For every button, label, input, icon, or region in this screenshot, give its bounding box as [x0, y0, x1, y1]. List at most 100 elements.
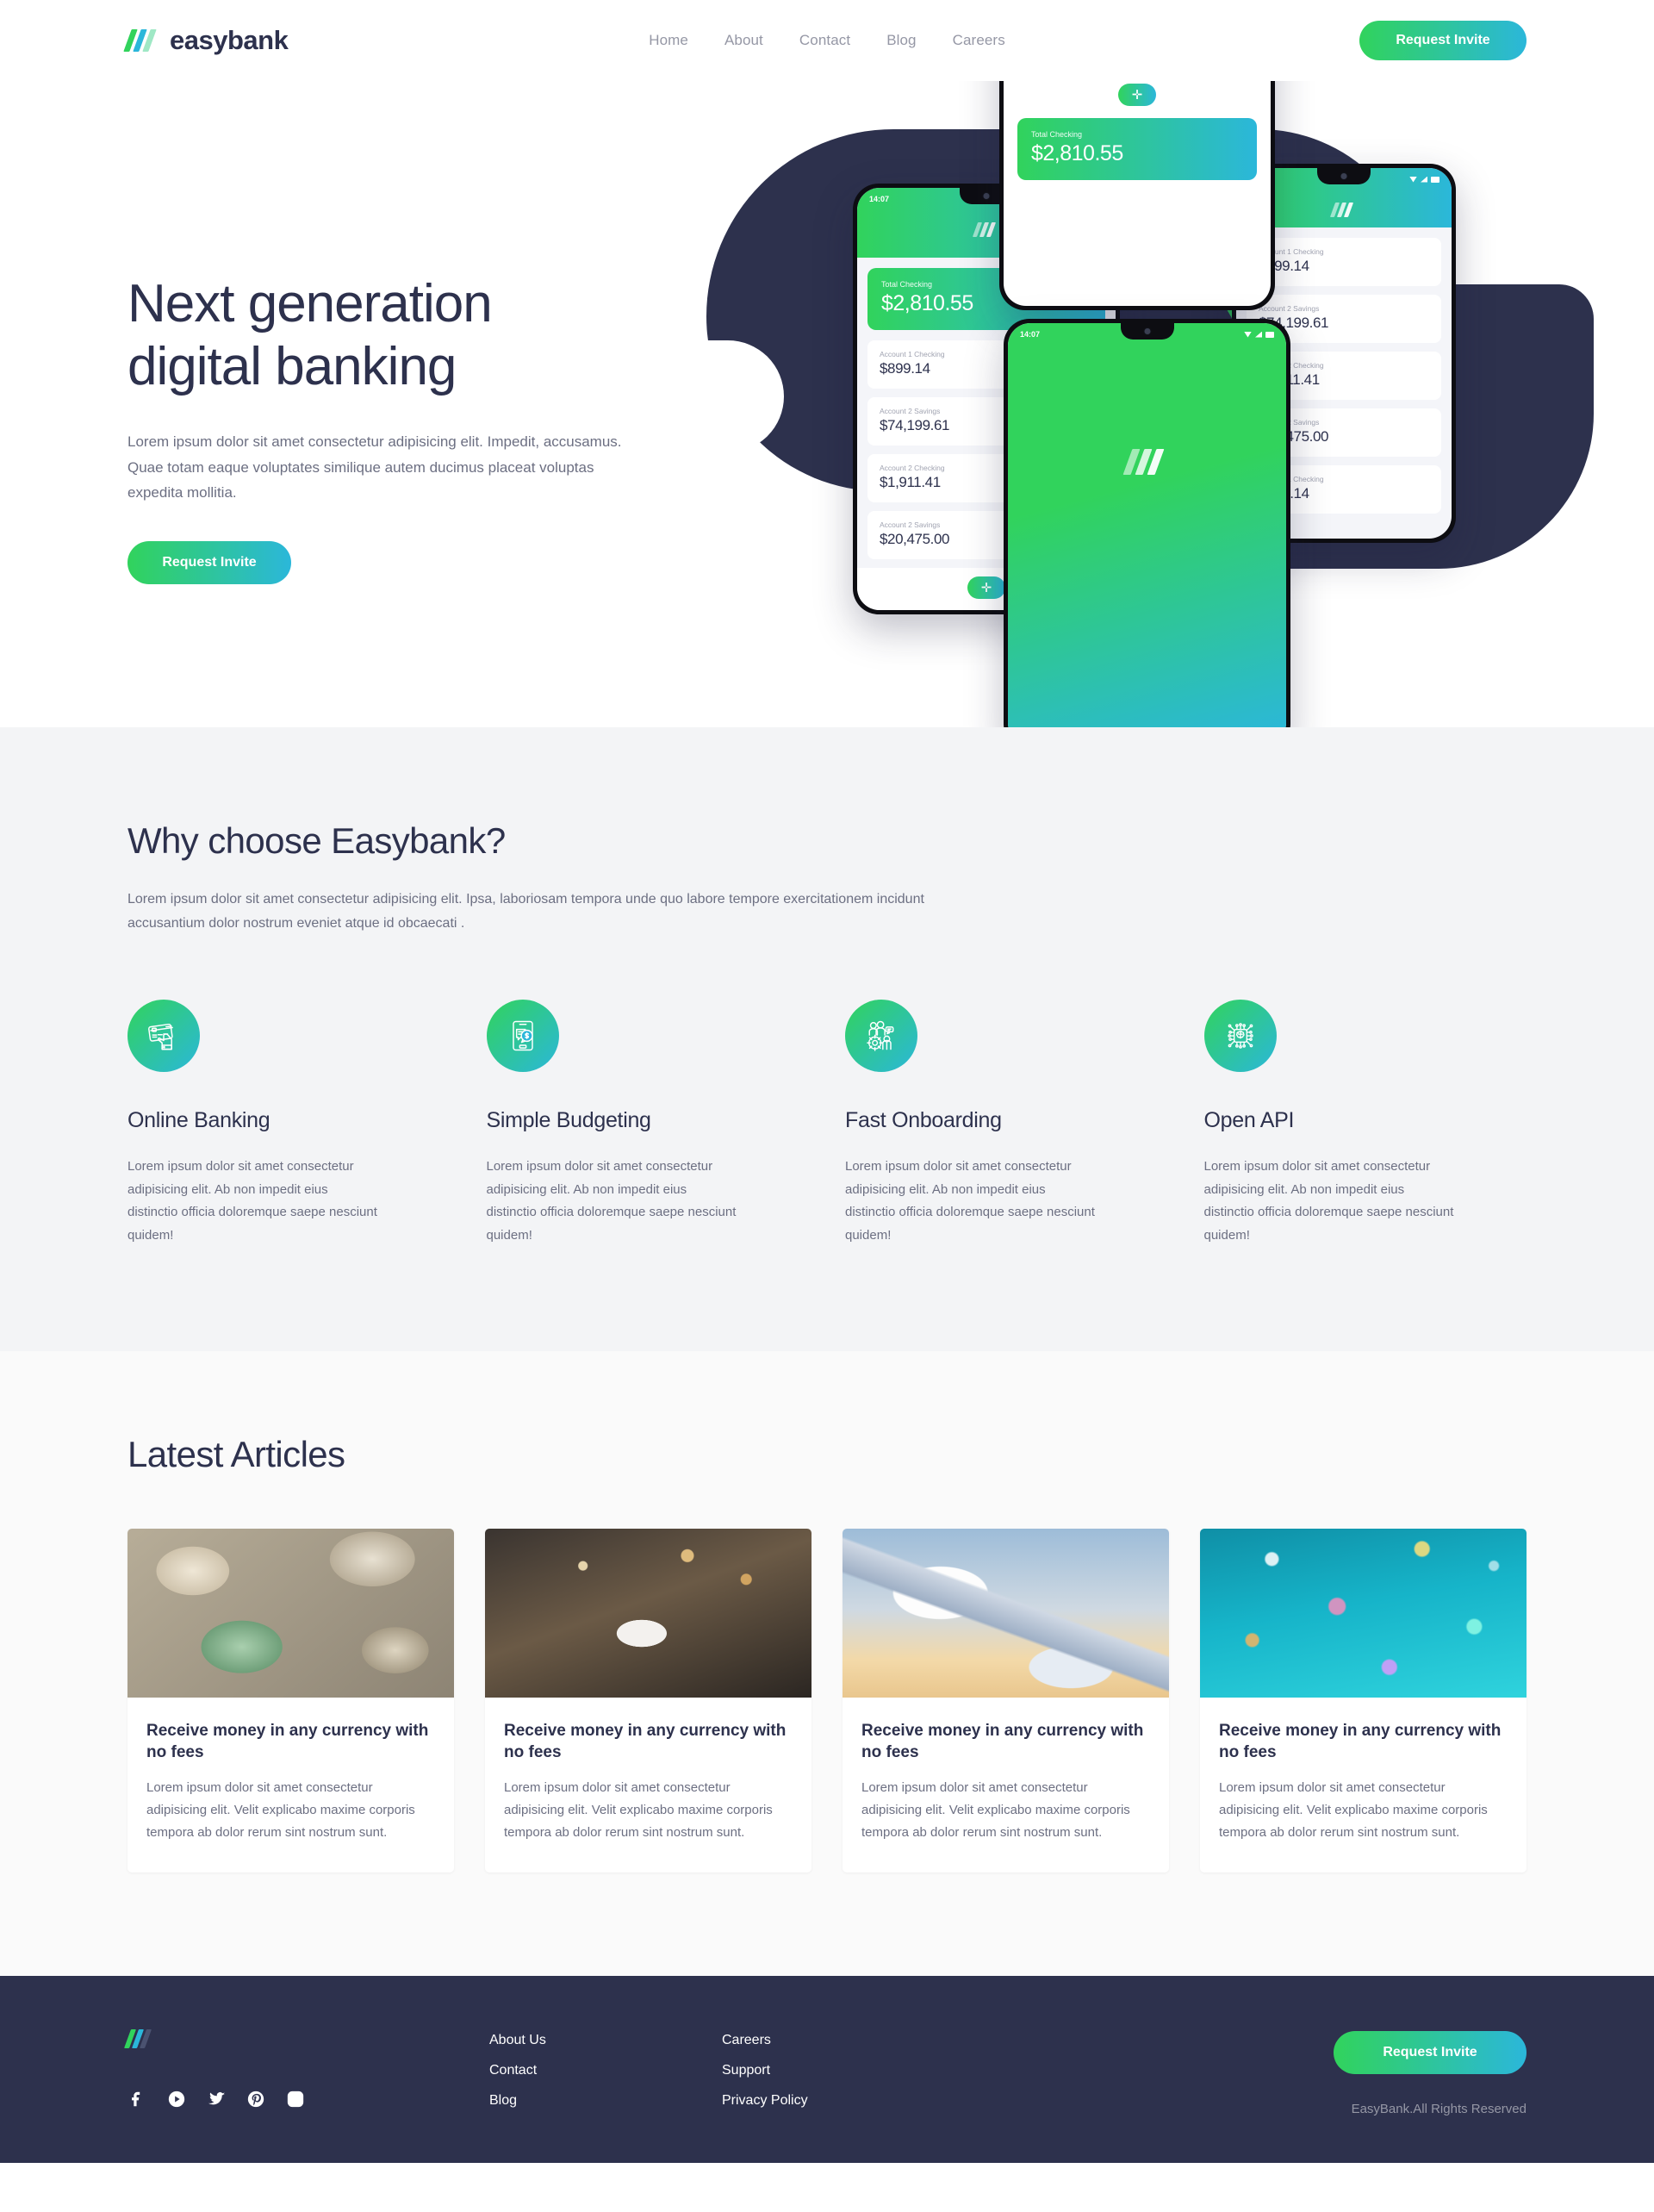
signal-icon	[1421, 176, 1427, 183]
wifi-icon	[1244, 331, 1252, 338]
hero-illustration: 14:07 Total Checking $2,810.55 Account 1…	[681, 81, 1654, 727]
phone-status-icons	[1244, 331, 1274, 338]
article-title: Receive money in any currency with no fe…	[1219, 1721, 1502, 1761]
features-grid: Online Banking Lorem ipsum dolor sit ame…	[127, 1000, 1527, 1248]
footer-links-column-1: About Us Contact Blog	[489, 2029, 722, 2109]
currency-banknotes-photo	[127, 1528, 454, 1698]
article-title: Receive money in any currency with no fe…	[861, 1721, 1144, 1761]
articles-grid: Receive money in any currency with no fe…	[127, 1528, 1527, 1873]
account-amount: $899.14	[1259, 258, 1309, 274]
feature-simple-budgeting: Simple Budgeting Lorem ipsum dolor sit a…	[486, 1000, 810, 1248]
article-text: Lorem ipsum dolor sit amet consectetur a…	[861, 1779, 1130, 1840]
account-row: Account 1 Checking $899.14	[1247, 238, 1441, 286]
article-card[interactable]: Receive money in any currency with no fe…	[843, 1528, 1169, 1873]
feature-title: Open API	[1203, 1108, 1295, 1132]
battery-icon	[1431, 176, 1439, 183]
footer-links-column-2: Careers Support Privacy Policy	[722, 2029, 954, 2109]
nav-item-home[interactable]: Home	[649, 32, 688, 49]
twitter-icon[interactable]	[207, 2090, 226, 2109]
team-onboarding-icon	[845, 1000, 917, 1072]
brand-name: easybank	[170, 25, 289, 55]
social-links	[127, 2090, 489, 2109]
phone-mockup-middle: Account 2 Checking $1,911.41 Account 2 S…	[999, 81, 1275, 310]
signal-icon	[1255, 331, 1262, 338]
article-card[interactable]: Receive money in any currency with no fe…	[1200, 1528, 1527, 1873]
feature-title: Simple Budgeting	[486, 1108, 651, 1132]
instagram-icon[interactable]	[286, 2090, 305, 2109]
footer-link-contact[interactable]: Contact	[489, 2063, 722, 2078]
phone-mockup-front: 14:07	[1004, 319, 1290, 727]
hero-request-invite-button[interactable]: Request Invite	[127, 541, 291, 585]
feature-open-api: Open API Lorem ipsum dolor sit amet cons…	[1203, 1000, 1527, 1248]
article-title: Receive money in any currency with no fe…	[146, 1721, 429, 1761]
hero-subtitle: Lorem ipsum dolor sit amet consectetur a…	[127, 433, 622, 501]
site-footer: About Us Contact Blog Careers Support Pr…	[0, 1976, 1654, 2164]
why-choose-section: Why choose Easybank? Lorem ipsum dolor s…	[0, 727, 1654, 1351]
latest-articles-section: Latest Articles Receive money in any cur…	[0, 1350, 1654, 1977]
feature-title: Online Banking	[127, 1108, 270, 1132]
feature-text: Lorem ipsum dolor sit amet consectetur a…	[127, 1159, 377, 1243]
easybank-stripes-logo-icon[interactable]	[123, 2029, 157, 2049]
facebook-icon[interactable]	[127, 2090, 146, 2109]
feature-online-banking: Online Banking Lorem ipsum dolor sit ame…	[127, 1000, 451, 1248]
why-choose-title: Why choose Easybank?	[127, 820, 506, 861]
feature-fast-onboarding: Fast Onboarding Lorem ipsum dolor sit am…	[845, 1000, 1168, 1248]
main-nav: Home About Contact Blog Careers	[649, 32, 1005, 49]
feature-title: Fast Onboarding	[845, 1108, 1002, 1132]
brand-logo[interactable]: easybank	[123, 25, 289, 56]
article-text: Lorem ipsum dolor sit amet consectetur a…	[146, 1779, 415, 1840]
article-card[interactable]: Receive money in any currency with no fe…	[485, 1528, 811, 1873]
feature-text: Lorem ipsum dolor sit amet consectetur a…	[486, 1159, 737, 1243]
header-request-invite-button[interactable]: Request Invite	[1359, 21, 1527, 60]
article-text: Lorem ipsum dolor sit amet consectetur a…	[1219, 1779, 1488, 1840]
feature-text: Lorem ipsum dolor sit amet consectetur a…	[845, 1159, 1095, 1243]
wifi-icon	[1409, 176, 1417, 183]
easybank-stripes-logo-icon	[123, 29, 159, 52]
footer-link-support[interactable]: Support	[722, 2063, 954, 2078]
article-card[interactable]: Receive money in any currency with no fe…	[127, 1528, 454, 1873]
why-choose-subtitle: Lorem ipsum dolor sit amet consectetur a…	[127, 892, 924, 931]
phone-status-time: 14:07	[1020, 330, 1041, 339]
article-title: Receive money in any currency with no fe…	[504, 1721, 787, 1761]
api-chip-icon	[1203, 1000, 1277, 1072]
site-header: easybank Home About Contact Blog Careers…	[0, 0, 1654, 81]
hero-title: Next generation digital banking	[127, 274, 493, 397]
hero-section: Next generation digital banking Lorem ip…	[0, 81, 1654, 727]
feature-text: Lorem ipsum dolor sit amet consectetur a…	[1203, 1159, 1454, 1243]
nav-item-careers[interactable]: Careers	[953, 32, 1005, 49]
total-checking-card: Total Checking $2,810.55	[1017, 118, 1257, 180]
landing-page: easybank Home About Contact Blog Careers…	[0, 0, 1654, 2164]
airplane-wing-clouds-photo	[843, 1528, 1169, 1698]
footer-link-about-us[interactable]: About Us	[489, 2033, 722, 2048]
pinterest-icon[interactable]	[246, 2090, 265, 2109]
footer-request-invite-button[interactable]: Request Invite	[1334, 2031, 1527, 2075]
phone-app-logo-icon	[1008, 346, 1286, 478]
footer-cta-column: Request Invite EasyBank.All Rights Reser…	[1334, 2029, 1527, 2116]
restaurant-dining-photo	[485, 1528, 811, 1698]
phone-notch	[1317, 168, 1371, 184]
footer-link-careers[interactable]: Careers	[722, 2033, 954, 2048]
phone-status-time: 14:07	[869, 195, 890, 203]
nav-item-about[interactable]: About	[724, 32, 763, 49]
footer-brand-column	[123, 2029, 489, 2109]
nav-item-contact[interactable]: Contact	[799, 32, 850, 49]
add-account-fab[interactable]: ✛	[1118, 84, 1156, 106]
account-label: Account 1 Checking	[1259, 247, 1324, 256]
copyright-text: EasyBank.All Rights Reserved	[1351, 2102, 1527, 2117]
bokeh-lights-photo	[1200, 1528, 1527, 1698]
youtube-icon[interactable]	[167, 2090, 186, 2109]
phone-status-icons	[1409, 176, 1439, 183]
footer-link-blog[interactable]: Blog	[489, 2093, 722, 2109]
footer-link-privacy-policy[interactable]: Privacy Policy	[722, 2093, 954, 2109]
phone-money-chat-icon	[486, 1000, 559, 1072]
nav-item-blog[interactable]: Blog	[886, 32, 916, 49]
credit-card-hand-icon	[127, 1000, 200, 1072]
add-account-fab[interactable]: ✛	[967, 576, 1005, 599]
phone-notch	[1120, 323, 1174, 340]
battery-icon	[1265, 331, 1274, 338]
account-label: Account 2 Savings	[1259, 304, 1320, 313]
article-text: Lorem ipsum dolor sit amet consectetur a…	[504, 1779, 773, 1840]
latest-articles-title: Latest Articles	[127, 1433, 345, 1474]
total-checking-label: Total Checking	[1031, 130, 1083, 139]
hero-copy: Next generation digital banking Lorem ip…	[127, 272, 679, 585]
